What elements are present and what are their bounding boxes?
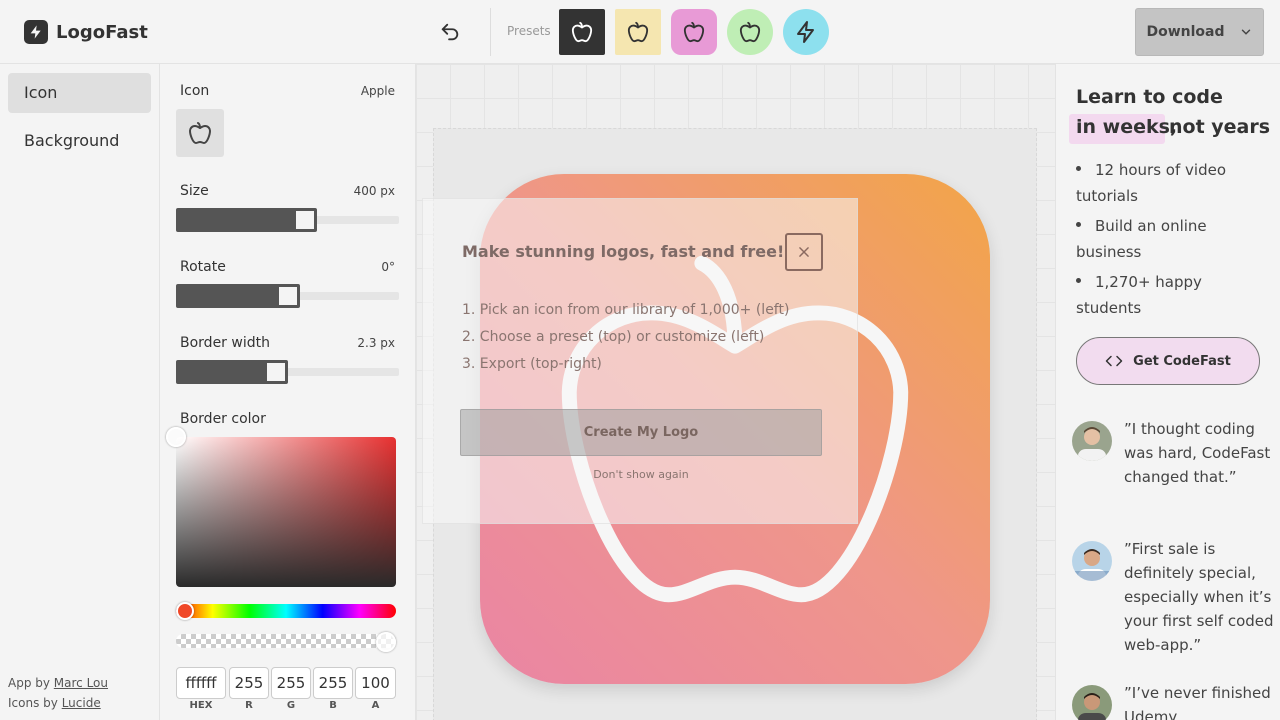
apple-icon <box>739 21 761 43</box>
preset-yellow-apple[interactable] <box>615 9 661 55</box>
border-color-label: Border color <box>180 411 266 427</box>
hex-input[interactable] <box>176 667 226 699</box>
preset-pink-apple[interactable] <box>671 9 717 55</box>
size-value: 400 px <box>353 184 395 198</box>
red-input[interactable] <box>229 667 269 699</box>
rotate-slider-fill <box>176 284 280 308</box>
modal-title: Make stunning logos, fast and free! <box>462 242 785 261</box>
testimonial-quote: ”First sale is definitely special, espec… <box>1124 540 1274 654</box>
hex-label: HEX <box>189 700 213 711</box>
author-link[interactable]: Marc Lou <box>54 676 108 690</box>
testimonial-quote: ”I thought coding was hard, CodeFast cha… <box>1124 420 1271 486</box>
green-label: G <box>286 700 296 711</box>
promo-title-line1: Learn to code <box>1076 86 1223 108</box>
app-name: LogoFast <box>56 21 148 43</box>
top-toolbar: LogoFast Presets Download <box>0 0 1280 64</box>
left-nav: Icon Background App by Marc Lou Icons by… <box>0 64 160 720</box>
dont-show-again-link[interactable]: Don't show again <box>423 468 859 481</box>
avatar <box>1072 685 1112 720</box>
testimonial-quote: ”I’ve never finished Udemy <box>1124 684 1271 720</box>
alpha-input[interactable] <box>355 667 396 699</box>
promo-bullet: 1,270+ happy students <box>1076 269 1256 321</box>
close-button[interactable] <box>785 233 823 271</box>
promo-bullet-text: Build an online business <box>1076 217 1207 261</box>
bullet-dot <box>1076 166 1081 171</box>
promo-bullet-text: 12 hours of video tutorials <box>1076 161 1226 205</box>
promo-title-highlight: in weeks, <box>1076 116 1178 138</box>
border-width-slider-thumb[interactable] <box>264 360 288 384</box>
rotate-value: 0° <box>381 260 395 274</box>
bullet-dot <box>1076 222 1081 227</box>
zap-icon <box>24 20 48 44</box>
modal-step-3: 3. Export (top-right) <box>462 356 602 372</box>
rotate-slider-thumb[interactable] <box>276 284 300 308</box>
border-width-label: Border width <box>180 335 270 351</box>
alpha-label: A <box>371 700 380 711</box>
create-logo-button[interactable]: Create My Logo <box>460 409 822 456</box>
download-label: Download <box>1146 24 1225 40</box>
lucide-link[interactable]: Lucide <box>62 696 101 710</box>
apple-icon <box>683 21 705 43</box>
settings-panel: Icon Apple Size 400 px Rotate 0° Border … <box>160 64 416 720</box>
blue-input[interactable] <box>313 667 353 699</box>
get-codefast-button[interactable]: Get CodeFast <box>1076 337 1260 385</box>
promo-panel: Learn to code in weeks, not years 12 hou… <box>1055 64 1280 720</box>
green-input[interactable] <box>271 667 311 699</box>
alpha-slider[interactable] <box>176 634 396 648</box>
icon-value: Apple <box>360 84 395 98</box>
size-slider-fill <box>176 208 297 232</box>
preset-dark-apple[interactable] <box>559 9 605 55</box>
preset-cyan-zap[interactable] <box>783 9 829 55</box>
apple-icon <box>189 122 211 144</box>
code-icon <box>1105 355 1123 367</box>
preset-green-apple[interactable] <box>727 9 773 55</box>
chevron-down-icon <box>1241 29 1250 35</box>
credits-app-by-prefix: App by <box>8 676 54 690</box>
presets-label: Presets <box>507 24 551 38</box>
size-label: Size <box>180 183 209 199</box>
promo-bullet-text: 1,270+ happy students <box>1076 273 1202 317</box>
modal-step-2: 2. Choose a preset (top) or customize (l… <box>462 329 765 345</box>
nav-item-icon[interactable]: Icon <box>8 73 151 113</box>
modal-step-1: 1. Pick an icon from our library of 1,00… <box>462 302 790 318</box>
avatar <box>1072 541 1112 581</box>
zap-icon <box>794 20 818 44</box>
nav-item-background[interactable]: Background <box>8 121 151 161</box>
border-width-value: 2.3 px <box>357 336 395 350</box>
saturation-value-picker[interactable] <box>176 437 396 587</box>
promo-bullet: Build an online business <box>1076 213 1256 265</box>
alpha-slider-handle[interactable] <box>376 632 396 652</box>
app-logo[interactable]: LogoFast <box>24 20 148 44</box>
apple-icon <box>627 21 649 43</box>
red-label: R <box>245 700 253 711</box>
promo-bullet: 12 hours of video tutorials <box>1076 157 1256 209</box>
hue-slider[interactable] <box>176 604 396 618</box>
cta-label: Get CodeFast <box>1133 353 1231 369</box>
undo-button[interactable] <box>436 18 464 46</box>
icon-picker-button[interactable] <box>176 109 224 157</box>
credits-icons-by-prefix: Icons by <box>8 696 62 710</box>
toolbar-divider <box>490 8 491 56</box>
size-slider-thumb[interactable] <box>293 208 317 232</box>
avatar <box>1072 421 1112 461</box>
saturation-value-handle[interactable] <box>166 427 186 447</box>
promo-title-rest: not years <box>1169 116 1271 138</box>
undo-icon <box>441 23 459 41</box>
onboarding-modal: Make stunning logos, fast and free! 1. P… <box>422 198 858 524</box>
close-icon <box>799 247 809 257</box>
download-button[interactable]: Download <box>1135 8 1264 56</box>
blue-label: B <box>329 700 337 711</box>
border-width-slider-fill <box>176 360 268 384</box>
apple-icon <box>571 21 593 43</box>
bullet-dot <box>1076 278 1081 283</box>
credits-app-by: App by Marc Lou <box>8 676 108 690</box>
icon-label: Icon <box>180 83 210 99</box>
rotate-label: Rotate <box>180 259 226 275</box>
hue-slider-handle[interactable] <box>176 602 194 620</box>
credits-icons-by: Icons by Lucide <box>8 696 101 710</box>
